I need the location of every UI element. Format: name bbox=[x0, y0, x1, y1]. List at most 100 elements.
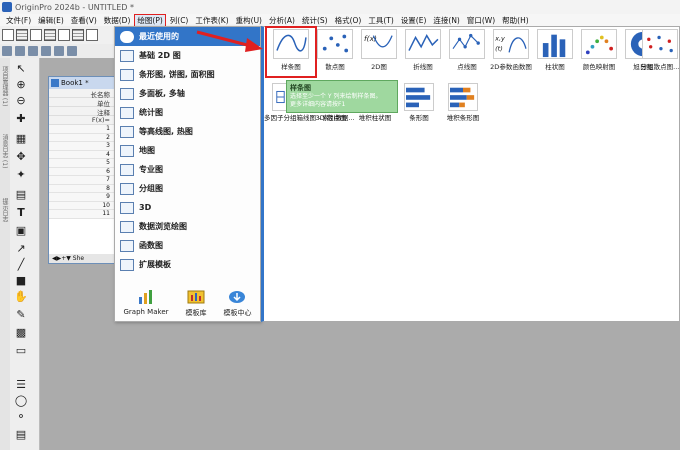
table-row[interactable]: 6 bbox=[49, 167, 114, 176]
gallery-scatter-plot[interactable]: 散点图 bbox=[312, 29, 358, 75]
data-selector-icon[interactable]: ▦ bbox=[14, 132, 28, 146]
menu-format[interactable]: 格式(O) bbox=[333, 15, 364, 26]
title-bar: OriginPro 2024b - UNTITLED * bbox=[0, 0, 680, 14]
menu-settings[interactable]: 设置(E) bbox=[399, 15, 429, 26]
menu-reshape[interactable]: 重构(U) bbox=[234, 15, 264, 26]
gallery-grouped-scatter[interactable]: 分组散点图... bbox=[638, 29, 680, 75]
menu-plot[interactable]: 绘图(P) bbox=[134, 13, 166, 27]
message-log-tab[interactable]: 消息日志 (1) bbox=[1, 134, 9, 168]
gallery-color-mapped[interactable]: 颜色映射图 bbox=[576, 29, 622, 75]
menu-multi-panel[interactable]: 多面板, 多轴 bbox=[115, 84, 260, 103]
new-layout-icon[interactable] bbox=[86, 29, 98, 41]
zoom-in-icon[interactable]: ⊕ bbox=[14, 78, 28, 92]
table-row[interactable]: 10 bbox=[49, 201, 114, 210]
gallery-line-plot[interactable]: 折线图 bbox=[400, 29, 446, 75]
workbook-title[interactable]: Book1 * bbox=[49, 77, 114, 89]
rectangle-tool-icon[interactable]: ■ bbox=[14, 274, 28, 288]
menu-bar-pie-area[interactable]: 条形图, 饼图, 面积图 bbox=[115, 65, 260, 84]
menu-contour-heatmap[interactable]: 等高线图, 热图 bbox=[115, 122, 260, 141]
table-row[interactable]: 8 bbox=[49, 184, 114, 193]
menu-worksheet[interactable]: 工作表(K) bbox=[193, 15, 230, 26]
insert-graph-icon[interactable]: ▭ bbox=[14, 344, 28, 358]
toolbar-rescale-icon[interactable] bbox=[41, 46, 51, 56]
menu-help[interactable]: 帮助(H) bbox=[500, 15, 531, 26]
menu-file[interactable]: 文件(F) bbox=[4, 15, 33, 26]
crosshair-icon[interactable]: ✚ bbox=[14, 112, 28, 126]
draw-data-icon[interactable]: ✎ bbox=[14, 308, 28, 322]
menu-extended-templates[interactable]: 扩展模板 bbox=[115, 255, 260, 274]
standard-toolbar bbox=[0, 26, 118, 44]
toolbar-data-icon[interactable] bbox=[67, 46, 77, 56]
new-matrix-icon[interactable] bbox=[44, 29, 56, 41]
hand-tool-icon[interactable]: ✋ bbox=[14, 290, 28, 304]
menu-statistics-plots[interactable]: 统计图 bbox=[115, 103, 260, 122]
gallery-label: 条形图 bbox=[409, 114, 429, 122]
table-row[interactable]: 5 bbox=[49, 159, 114, 168]
ellipse-tool-icon[interactable]: ◯ bbox=[14, 394, 28, 408]
new-project-icon[interactable] bbox=[2, 29, 14, 41]
menu-function-plots[interactable]: 函数图 bbox=[115, 236, 260, 255]
project-explorer-tab[interactable]: 项目管理器 (1) bbox=[1, 66, 9, 106]
layer-tool-icon[interactable]: ▤ bbox=[14, 428, 28, 442]
new-function-icon[interactable] bbox=[58, 29, 70, 41]
line-tool-icon[interactable]: ╱ bbox=[14, 258, 28, 272]
workbook-window[interactable]: Book1 * 长名称 单位 注释 F(x)= 1 2 3 4 5 6 7 8 … bbox=[48, 76, 115, 264]
graph-maker-button[interactable]: Graph Maker bbox=[123, 289, 169, 323]
table-row[interactable]: 1 bbox=[49, 125, 114, 134]
copy-format-icon[interactable]: ▩ bbox=[14, 326, 28, 340]
gallery-2d-plot[interactable]: f(x) 2D图 bbox=[356, 29, 402, 75]
template-center-button[interactable]: 模板中心 bbox=[223, 289, 251, 323]
template-library-button[interactable]: 模板库 bbox=[185, 289, 206, 323]
data-reader-icon[interactable]: ✥ bbox=[14, 150, 28, 164]
new-workbook-icon[interactable] bbox=[16, 29, 28, 41]
menu-view[interactable]: 查看(V) bbox=[69, 15, 99, 26]
gallery-stacked-bar[interactable]: 堆积条形图 bbox=[440, 83, 486, 122]
menu-grouped[interactable]: 分组图 bbox=[115, 179, 260, 198]
region-select-icon[interactable]: ✦ bbox=[14, 168, 28, 182]
menu-data[interactable]: 数据(D) bbox=[102, 15, 133, 26]
gallery-bar-plot[interactable]: 条形图 bbox=[396, 83, 442, 122]
text-tool-icon[interactable]: T bbox=[14, 206, 28, 220]
mask-icon[interactable]: ▤ bbox=[14, 188, 28, 202]
menu-edit[interactable]: 编辑(E) bbox=[36, 15, 66, 26]
toolbar-move-icon[interactable] bbox=[54, 46, 64, 56]
gallery-spline-plot[interactable]: 样条图 bbox=[265, 26, 317, 78]
menu-column[interactable]: 列(C) bbox=[168, 15, 191, 26]
toolbar-arrow-icon[interactable] bbox=[2, 46, 12, 56]
table-row[interactable]: 4 bbox=[49, 150, 114, 159]
menu-connect[interactable]: 连接(N) bbox=[431, 15, 461, 26]
gallery-column-plot[interactable]: 柱状图 bbox=[532, 29, 578, 75]
new-graph-icon[interactable] bbox=[30, 29, 42, 41]
gallery-2d-parametric[interactable]: x,y (t) 2D参数函数图 bbox=[488, 29, 534, 75]
table-row[interactable]: 3 bbox=[49, 142, 114, 151]
bar-tool-icon[interactable]: ☰ bbox=[14, 378, 28, 392]
menu-data-browse[interactable]: 数据浏览绘图 bbox=[115, 217, 260, 236]
svg-text:(t): (t) bbox=[495, 45, 503, 53]
gallery-line-symbol-plot[interactable]: 点线图 bbox=[444, 29, 490, 75]
menu-map[interactable]: 地图 bbox=[115, 141, 260, 160]
table-row[interactable]: 9 bbox=[49, 193, 114, 202]
arrow-tool-icon[interactable]: ↗ bbox=[14, 242, 28, 256]
menu-3d[interactable]: 3D bbox=[115, 198, 260, 217]
menu-specialized[interactable]: 专业图 bbox=[115, 160, 260, 179]
grid-tool-icon[interactable]: ▣ bbox=[14, 224, 28, 238]
scatter-plot-icon bbox=[317, 29, 353, 59]
header-formula: F(x)= bbox=[49, 116, 114, 125]
menu-analysis[interactable]: 分析(A) bbox=[267, 15, 297, 26]
menu-window[interactable]: 窗口(W) bbox=[465, 15, 497, 26]
zoom-out-icon[interactable]: ⊖ bbox=[14, 94, 28, 108]
sheet-tab[interactable]: She bbox=[73, 255, 84, 262]
table-row[interactable]: 11 bbox=[49, 210, 114, 219]
table-row[interactable]: 7 bbox=[49, 176, 114, 185]
table-row[interactable]: 2 bbox=[49, 133, 114, 142]
toolbar-add-icon[interactable] bbox=[28, 46, 38, 56]
sheet-nav-arrows-icon[interactable]: ◀▶+▼ bbox=[52, 255, 71, 262]
link-tool-icon[interactable]: ⚬ bbox=[14, 410, 28, 424]
menu-tools[interactable]: 工具(T) bbox=[366, 15, 395, 26]
menu-statistics[interactable]: 统计(S) bbox=[300, 15, 330, 26]
hint-log-tab[interactable]: 提示日志 bbox=[1, 198, 9, 222]
line-plot-icon bbox=[405, 29, 441, 59]
toolbar-layer-icon[interactable] bbox=[15, 46, 25, 56]
pointer-icon[interactable]: ↖ bbox=[14, 62, 28, 76]
new-notes-icon[interactable] bbox=[72, 29, 84, 41]
